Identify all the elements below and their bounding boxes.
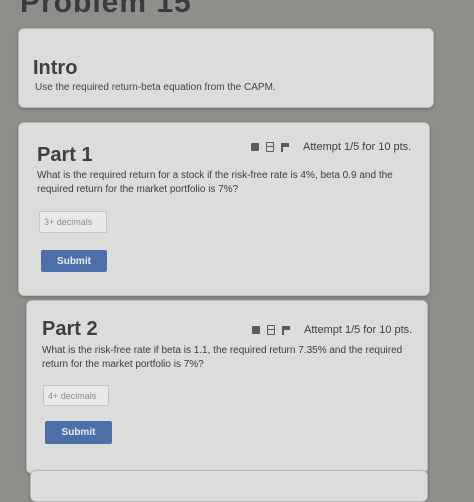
calculator-icon[interactable]	[251, 143, 259, 151]
intro-text: Use the required return-beta equation fr…	[35, 82, 276, 93]
part-2-card: Part 2 Attempt 1/5 for 10 pts. What is t…	[26, 300, 428, 474]
part-2-answer-input[interactable]	[43, 385, 109, 406]
part-1-toolbar: Attempt 1/5 for 10 pts.	[251, 141, 411, 153]
part-2-toolbar: Attempt 1/5 for 10 pts.	[252, 324, 412, 336]
intro-title: Intro	[33, 57, 78, 79]
calculator-icon[interactable]	[252, 326, 260, 334]
attempt-counter: Attempt 1/5 for 10 pts.	[303, 141, 412, 153]
part-2-title: Part 2	[42, 318, 98, 340]
part-1-question: What is the required return for a stock …	[37, 170, 393, 195]
flag-icon[interactable]	[281, 142, 290, 152]
part-1-title: Part 1	[37, 144, 93, 166]
intro-card: Intro Use the required return-beta equat…	[18, 28, 434, 108]
flag-icon[interactable]	[282, 325, 291, 335]
page-title: Problem 15	[20, 0, 192, 19]
part-1-card: Part 1 Attempt 1/5 for 10 pts. What is t…	[18, 122, 430, 296]
next-part-card	[30, 470, 428, 502]
part-1-answer-input[interactable]	[39, 211, 107, 233]
part-2-submit-button[interactable]: Submit	[45, 421, 112, 444]
part-2-question: What is the risk-free rate if beta is 1.…	[42, 345, 403, 370]
part-1-submit-button[interactable]: Submit	[41, 250, 107, 272]
attempt-counter: Attempt 1/5 for 10 pts.	[304, 324, 413, 336]
notes-icon[interactable]	[267, 325, 275, 335]
notes-icon[interactable]	[266, 142, 274, 152]
